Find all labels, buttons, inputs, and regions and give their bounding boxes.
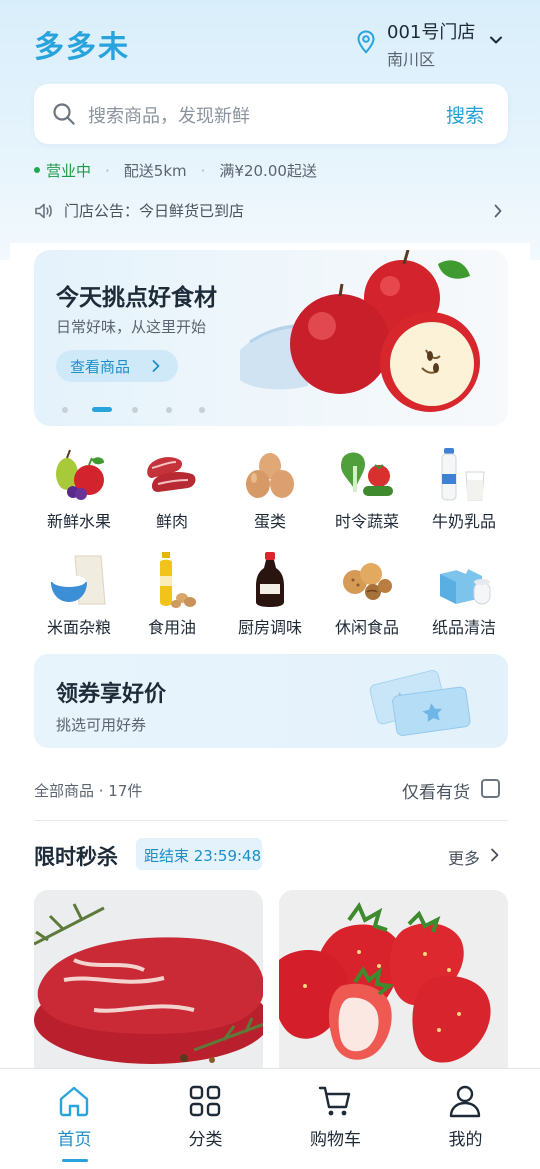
grid-icon (189, 1085, 221, 1117)
strawberries-image (279, 890, 508, 1070)
notice-text: 门店公告：今日鲜货已到店 (64, 202, 245, 220)
promo-banner[interactable]: 今天挑点好食材 日常好味，从这里开始 查看商品 (34, 250, 508, 426)
user-icon (449, 1085, 481, 1118)
cart-icon (318, 1086, 351, 1116)
open-status: 营业中 (46, 162, 92, 180)
tab-home[interactable]: 首页 (7, 1069, 142, 1169)
category-label: 米面杂粮 (46, 618, 111, 637)
category-label: 厨房调味 (237, 618, 302, 637)
brand-logo: 多多未 (34, 30, 130, 65)
banner-subtitle: 日常好味，从这里开始 (56, 318, 207, 336)
in-stock-checkbox[interactable] (481, 779, 500, 798)
category-tissue[interactable]: 纸品清洁 (422, 552, 506, 648)
speaker-icon (35, 203, 52, 219)
tab-label: 我的 (448, 1130, 483, 1150)
divider (34, 820, 508, 821)
product-filter-row: 全部商品 · 17件 仅看有货 (34, 778, 508, 803)
oil-icon (160, 552, 196, 608)
pagination-dot[interactable] (62, 407, 68, 413)
pagination-dot[interactable] (132, 407, 138, 413)
coupon-subtitle: 挑选可用好券 (56, 716, 147, 734)
store-notice[interactable]: 门店公告：今日鲜货已到店 (34, 199, 508, 223)
active-tab-indicator (62, 1159, 88, 1162)
product-count: 全部商品 · 17件 (34, 782, 143, 800)
category-label: 蛋类 (253, 512, 286, 531)
tab-label: 购物车 (310, 1130, 361, 1150)
app-page: 多多未 001号门店 南川区 搜索商品，发现新鲜 搜索 营业中 · 配送5km · 满¥… (0, 0, 540, 1169)
category-milk[interactable]: 牛奶乳品 (422, 446, 506, 542)
pagination-dot[interactable] (199, 407, 205, 413)
apples-image (240, 250, 480, 412)
category-label: 新鲜水果 (46, 512, 111, 531)
chevron-right-icon[interactable] (490, 848, 500, 862)
banner-title: 今天挑点好食材 (56, 285, 217, 311)
chevron-right-icon (494, 204, 502, 218)
open-status-dot (34, 166, 40, 173)
pagination-dot-active[interactable] (92, 407, 112, 412)
search-input[interactable]: 搜索商品，发现新鲜 (88, 102, 250, 128)
bottom-tab-bar: 首页 分类 购物车 我的 (0, 1068, 540, 1169)
product-card-steak[interactable] (34, 890, 263, 1070)
in-stock-label[interactable]: 仅看有货 (402, 778, 470, 803)
meat-icon (147, 457, 196, 492)
tab-label: 分类 (188, 1130, 223, 1150)
store-district: 南川区 (387, 50, 436, 69)
banner-pagination[interactable] (62, 404, 222, 414)
tissue-icon (440, 558, 491, 605)
search-button[interactable]: 搜索 (446, 101, 484, 128)
category-eggs[interactable]: 蛋类 (228, 446, 312, 542)
ticket-icon (369, 670, 471, 736)
home-icon (59, 1086, 89, 1117)
flash-sale-header: 限时秒杀 距结束 23:59:48 更多 (34, 838, 508, 874)
separator-dot: · (200, 162, 206, 180)
coupon-title: 领券享好价 (56, 682, 167, 707)
store-selector[interactable]: 001号门店 南川区 (356, 16, 516, 69)
eggs-icon (246, 453, 294, 498)
product-card-strawberries[interactable] (279, 890, 508, 1070)
category-label: 纸品清洁 (431, 618, 496, 637)
separator-dot: · (105, 162, 110, 180)
location-pin-icon (357, 30, 375, 54)
tab-categories[interactable]: 分类 (138, 1069, 273, 1169)
tab-profile[interactable]: 我的 (398, 1069, 533, 1169)
category-label: 牛奶乳品 (431, 512, 496, 531)
soy-sauce-icon (256, 552, 284, 607)
category-rice[interactable]: 米面杂粮 (37, 552, 121, 648)
delivery-range: 配送5km (123, 162, 187, 180)
pagination-dot[interactable] (166, 407, 172, 413)
flash-sale-title: 限时秒杀 (34, 845, 118, 869)
minimum-order: 满¥20.00起送 (219, 162, 317, 180)
category-seasoning[interactable]: 厨房调味 (228, 552, 312, 648)
category-meat[interactable]: 鲜肉 (130, 446, 214, 542)
tab-label: 首页 (57, 1130, 92, 1150)
category-label: 食用油 (147, 618, 196, 637)
tab-cart[interactable]: 购物车 (268, 1069, 403, 1169)
rice-icon (51, 555, 106, 605)
chevron-right-icon (152, 360, 160, 372)
category-vegetables[interactable]: 时令蔬菜 (325, 446, 409, 542)
store-status-row: 营业中 · 配送5km · 满¥20.00起送 (34, 160, 317, 182)
search-icon (53, 103, 75, 125)
category-label: 休闲食品 (334, 618, 399, 637)
category-label: 鲜肉 (155, 512, 188, 531)
countdown-badge: 距结束 23:59:48 (136, 838, 262, 870)
category-fruit[interactable]: 新鲜水果 (37, 446, 121, 542)
category-label: 时令蔬菜 (334, 512, 399, 531)
view-products-label: 查看商品 (70, 358, 131, 376)
steak-image (34, 890, 263, 1070)
chevron-down-icon (490, 36, 502, 44)
more-link[interactable]: 更多 (448, 845, 480, 869)
snacks-icon (343, 563, 392, 600)
search-bar[interactable]: 搜索商品，发现新鲜 搜索 (34, 84, 508, 144)
coupon-banner[interactable]: 领券享好价 挑选可用好券 (34, 654, 508, 748)
category-oil[interactable]: 食用油 (130, 552, 214, 648)
store-name: 001号门店 (387, 22, 476, 43)
category-snacks[interactable]: 休闲食品 (325, 552, 409, 648)
milk-icon (441, 448, 485, 501)
view-products-button[interactable]: 查看商品 (56, 350, 178, 382)
fruit-icon (56, 449, 105, 500)
vegetables-icon (341, 452, 393, 496)
